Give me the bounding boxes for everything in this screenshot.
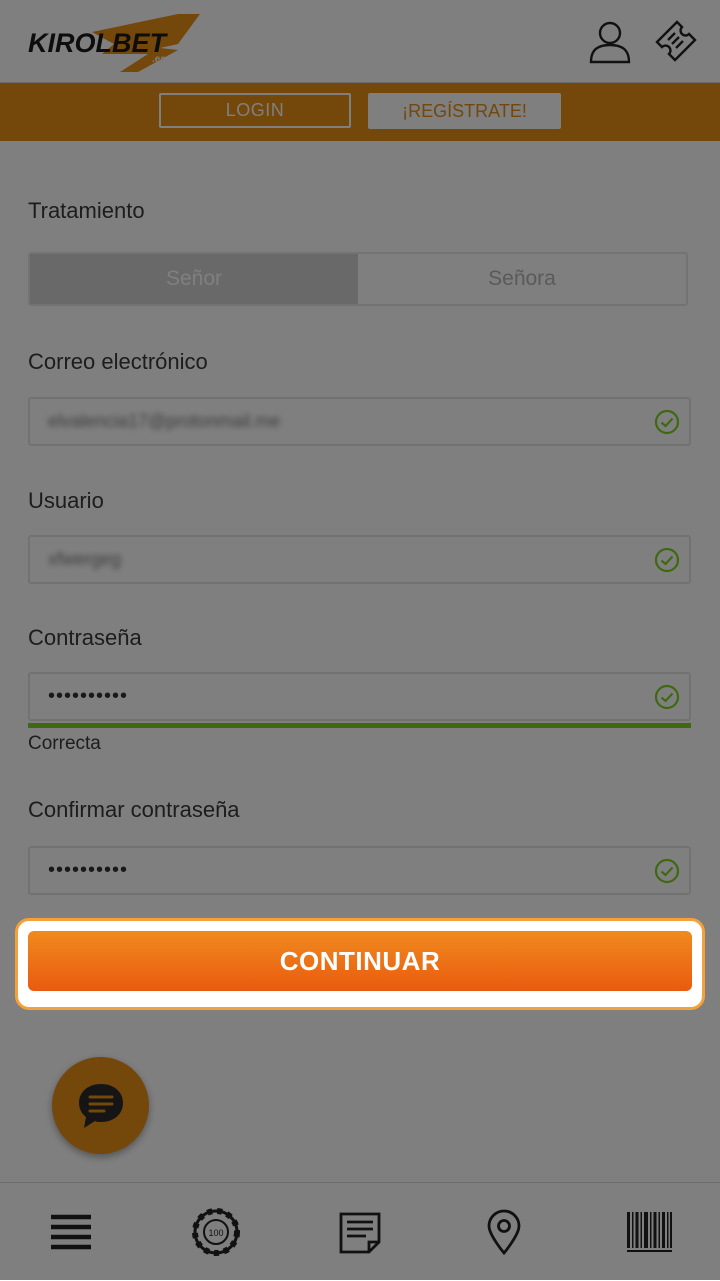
treatment-option-senora[interactable]: Señora bbox=[358, 254, 686, 304]
check-circle-icon bbox=[654, 409, 680, 435]
username-field[interactable]: xfwergeg bbox=[28, 535, 691, 584]
check-circle-icon bbox=[654, 547, 680, 573]
register-button[interactable]: ¡REGÍSTRATE! bbox=[368, 93, 561, 129]
barcode-icon[interactable] bbox=[625, 1208, 673, 1256]
check-circle-icon bbox=[654, 858, 680, 884]
treatment-selector: Señor Señora bbox=[28, 252, 688, 306]
casino-chip-icon[interactable]: 100 bbox=[192, 1208, 240, 1256]
email-field[interactable]: elvalencia17@protonmail.me bbox=[28, 397, 691, 446]
check-circle-icon bbox=[654, 684, 680, 710]
password-value: •••••••••• bbox=[48, 685, 129, 707]
password-label: Contraseña bbox=[28, 625, 142, 650]
menu-icon[interactable] bbox=[47, 1208, 95, 1256]
email-label: Correo electrónico bbox=[28, 349, 208, 374]
password-strength-bar bbox=[28, 723, 691, 728]
svg-text:.es: .es bbox=[152, 54, 166, 65]
top-bar: KIROLBET .es bbox=[0, 0, 720, 83]
registration-page: KIROLBET .es LOGIN ¡REGÍSTRATE! Tratamie… bbox=[0, 0, 720, 1281]
ticket-icon[interactable] bbox=[651, 18, 699, 66]
username-value: xfwergeg bbox=[48, 549, 122, 569]
username-label: Usuario bbox=[28, 488, 104, 513]
svg-text:KIROLBET: KIROLBET bbox=[28, 28, 169, 58]
confirm-password-value: •••••••••• bbox=[48, 859, 129, 881]
confirm-password-label: Confirmar contraseña bbox=[28, 797, 240, 822]
treatment-label: Tratamiento bbox=[28, 198, 145, 223]
chat-button[interactable] bbox=[52, 1057, 149, 1154]
password-strength-text: Correcta bbox=[28, 733, 101, 754]
auth-bar bbox=[0, 83, 720, 141]
kirolbet-logo[interactable]: KIROLBET .es bbox=[28, 10, 204, 74]
confirm-password-field[interactable]: •••••••••• bbox=[28, 846, 691, 895]
chat-icon bbox=[79, 1084, 123, 1128]
svg-text:100: 100 bbox=[208, 1228, 223, 1238]
login-button[interactable]: LOGIN bbox=[159, 93, 351, 128]
treatment-option-senor[interactable]: Señor bbox=[30, 254, 358, 304]
betslip-icon[interactable] bbox=[336, 1208, 384, 1256]
password-field[interactable]: •••••••••• bbox=[28, 672, 691, 721]
continue-button[interactable]: CONTINUAR bbox=[28, 931, 692, 991]
location-pin-icon[interactable] bbox=[480, 1208, 528, 1256]
user-icon[interactable] bbox=[586, 18, 634, 66]
email-value: elvalencia17@protonmail.me bbox=[48, 411, 281, 431]
